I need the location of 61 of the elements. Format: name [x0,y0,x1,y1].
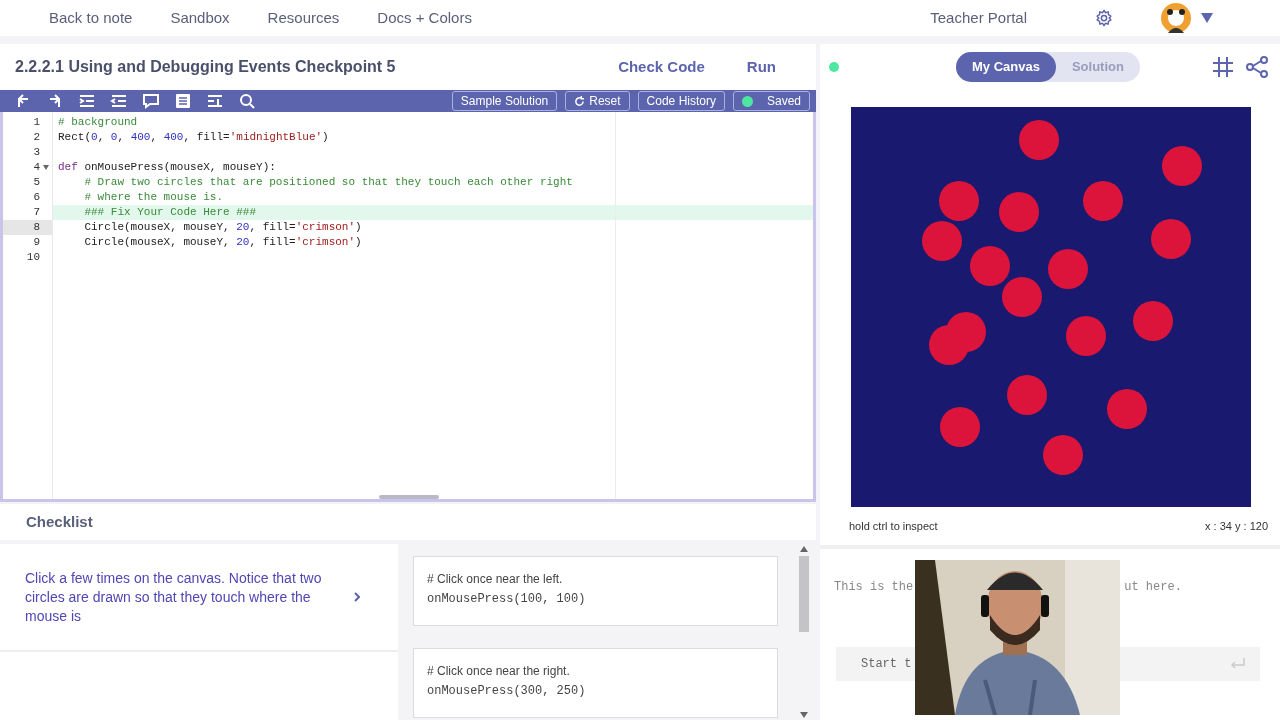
example-comment: # Click once near the left. [427,571,564,588]
status-dot-icon [829,62,839,72]
example-code: onMousePress(300, 250) [427,683,587,700]
settings-icon[interactable] [1095,9,1113,27]
line-number: 10 [26,250,40,266]
inspect-hint: hold ctrl to inspect [849,518,938,534]
mouse-coordinates: x : 34 y : 120 [1205,518,1268,534]
code-line: # where the mouse is. [83,190,224,206]
toolbar-button[interactable]: Code History [637,91,725,111]
outdent-icon[interactable] [110,93,128,109]
code-line: # background [58,115,138,131]
chevron-right-icon [354,592,360,602]
code-line: ### Fix Your Code Here ### [83,205,257,221]
console-message: ut here. [1124,579,1182,596]
nav-link[interactable]: Sandbox [170,6,230,30]
nav-link[interactable]: Back to note [49,6,133,30]
status-dot-icon [741,95,753,107]
nav-link[interactable]: Resources [267,6,340,30]
line-number: 3 [33,145,40,161]
list-icon[interactable] [206,93,224,109]
code-line: Circle(mouseX, mouseY, 20, fill='crimson') [83,235,362,251]
teacher-portal-link[interactable]: Teacher Portal [930,6,1027,30]
reset-icon [574,95,586,107]
fold-caret-icon[interactable] [43,165,49,170]
action-button[interactable]: Check Code [618,55,705,79]
checklist-title: Checklist [26,511,93,532]
toolbar-button[interactable]: Reset [565,91,630,111]
action-button[interactable]: Run [746,55,776,79]
scroll-up-icon[interactable] [800,546,808,552]
line-number: 1 [33,115,40,131]
line-number: 6 [33,190,40,206]
code-line: def onMousePress(mouseX, mouseY): [58,160,276,176]
line-number: 4 [33,160,40,176]
exercise-title: 2.2.2.1 Using and Debugging Events Checkpoint 5 [15,57,396,77]
avatar-icon[interactable] [1161,3,1191,33]
comment-icon[interactable] [142,93,160,109]
example-comment: # Click once near the right. [427,663,571,680]
search-icon[interactable] [238,93,256,109]
saved-status-button[interactable]: Saved [732,91,810,111]
share-icon[interactable] [1246,56,1268,78]
canvas-drawing[interactable] [851,107,1251,507]
nav-link[interactable]: Docs + Colors [377,6,472,30]
dropdown-caret-icon[interactable] [1201,13,1213,23]
line-number: 7 [33,205,40,221]
line-number: 5 [33,175,40,191]
scroll-down-icon[interactable] [800,712,808,718]
line-number: 8 [33,220,40,236]
grid-icon[interactable] [1212,56,1234,78]
example-code: onMousePress(100, 100) [427,591,587,608]
code-line: Circle(mouseX, mouseY, 20, fill='crimson') [83,220,362,236]
checklist-item[interactable]: Click a few times on the canvas. Notice that two circles are drawn so that they touch where the mouse is [0,544,398,650]
code-line: # Draw two circles that are positioned so that they touch each other right [83,175,573,191]
line-number: 9 [33,235,40,251]
console-message: This is the [834,579,914,596]
horizontal-scrollbar[interactable] [379,495,439,499]
line-number: 2 [33,130,40,146]
code-line: Rect(0, 0, 400, 400, fill='midnightBlue') [58,130,329,146]
indent-icon[interactable] [78,93,96,109]
toolbar-button[interactable]: Sample Solution [451,91,558,111]
format-icon[interactable] [174,93,192,109]
canvas-tab[interactable]: My Canvas [956,52,1056,82]
